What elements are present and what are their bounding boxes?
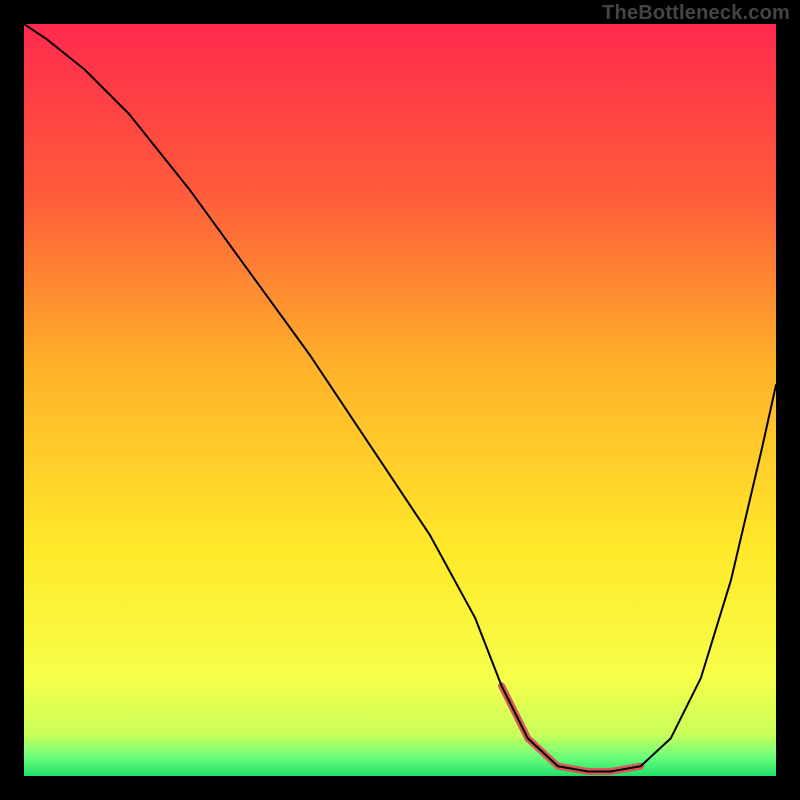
plot-area <box>24 24 776 776</box>
chart-frame: TheBottleneck.com <box>0 0 800 800</box>
curve-layer <box>24 24 776 776</box>
watermark-text: TheBottleneck.com <box>602 2 790 25</box>
bottleneck-curve <box>24 24 776 771</box>
